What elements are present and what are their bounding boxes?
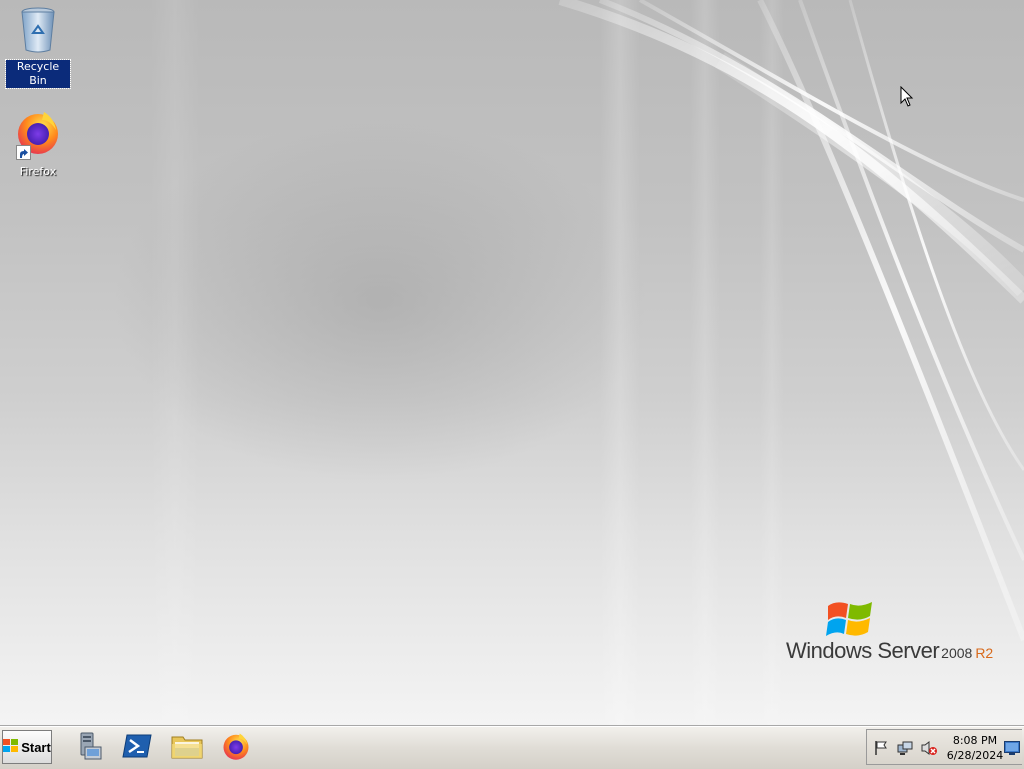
desktop[interactable]: Recycle Bin Firefox Windows Server 2008 … [0, 0, 1024, 726]
server-manager-icon [73, 731, 103, 765]
folder-icon [171, 732, 203, 764]
desktop-icon-firefox[interactable]: Firefox [6, 108, 70, 179]
desktop-icon-recycle-bin[interactable]: Recycle Bin [5, 6, 71, 89]
show-desktop-icon[interactable] [1003, 739, 1021, 757]
quicklaunch-powershell[interactable] [119, 729, 155, 767]
recycle-bin-label: Recycle Bin [5, 59, 71, 89]
mouse-pointer-icon [900, 85, 914, 112]
brand-year: 2008 [941, 645, 973, 661]
firefox-icon [221, 731, 251, 765]
start-label: Start [21, 739, 51, 755]
volume-muted-icon[interactable] [920, 739, 938, 757]
notification-area: 8:08 PM 6/28/2024 [866, 729, 1022, 765]
quicklaunch-server-manager[interactable] [70, 729, 106, 767]
start-button[interactable]: Start [2, 730, 52, 764]
quicklaunch-explorer[interactable] [169, 729, 205, 767]
recycle-bin-icon [18, 7, 58, 58]
brand-wordmark: Windows Server [786, 638, 940, 663]
network-icon[interactable] [896, 739, 914, 757]
system-clock[interactable]: 8:08 PM 6/28/2024 [945, 733, 1005, 763]
windows-server-branding: Windows Server 2008 R2 [786, 598, 996, 668]
powershell-icon [122, 733, 152, 763]
brand-release: R2 [975, 645, 994, 661]
firefox-icon [14, 108, 62, 160]
clock-time: 8:08 PM [952, 734, 998, 747]
firefox-label: Firefox [19, 165, 57, 178]
shortcut-arrow-icon [16, 145, 31, 160]
quicklaunch-firefox[interactable] [218, 729, 254, 767]
clock-date: 6/28/2024 [946, 749, 1004, 762]
windows-logo-icon [3, 738, 19, 757]
taskbar: Start 8:08 PM 6/28/2024 [0, 726, 1024, 769]
action-center-flag-icon[interactable] [872, 739, 890, 757]
